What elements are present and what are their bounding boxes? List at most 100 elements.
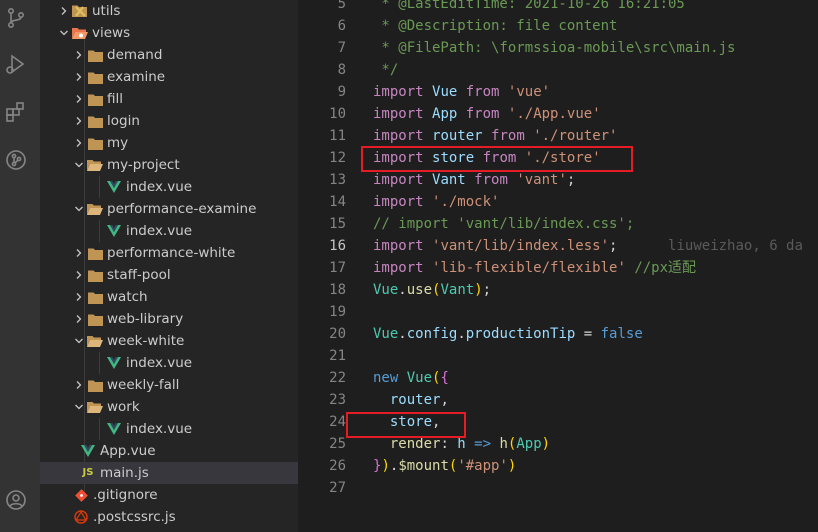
code-line[interactable]: import 'vant/lib/index.less'; liuweizhao… [373, 235, 803, 257]
tree-item-index-vue[interactable]: index.vue [40, 220, 298, 242]
git-graph-icon[interactable] [4, 148, 28, 172]
vue-file-icon [106, 421, 122, 437]
tree-item-my[interactable]: my [40, 132, 298, 154]
chevron-right-icon[interactable] [73, 44, 85, 66]
chevron-right-icon[interactable] [58, 0, 70, 22]
tree-item-views[interactable]: views [40, 22, 298, 44]
tree-item-staff-pool[interactable]: staff-pool [40, 264, 298, 286]
tree-item-performance-white[interactable]: performance-white [40, 242, 298, 264]
chevron-right-icon[interactable] [73, 88, 85, 110]
tree-item-index-vue[interactable]: index.vue [40, 176, 298, 198]
chevron-down-icon[interactable] [73, 198, 85, 220]
code-line[interactable]: Vue.use(Vant); [373, 279, 491, 301]
code-token: import [373, 172, 424, 188]
code-line[interactable]: Vue.config.productionTip = false [373, 323, 643, 345]
folder-icon [87, 311, 103, 327]
tree-item-demand[interactable]: demand [40, 44, 298, 66]
code-token: import [373, 238, 424, 254]
annotation-highlight-box [361, 146, 633, 172]
code-line[interactable]: // import 'vant/lib/index.css'; [373, 213, 634, 235]
tree-item-examine[interactable]: examine [40, 66, 298, 88]
tree-item-performance-examine[interactable]: performance-examine [40, 198, 298, 220]
tree-item-label: examine [107, 69, 166, 85]
code-token: { [440, 370, 449, 386]
folder-icon [87, 377, 103, 393]
line-number: 8 [337, 62, 346, 78]
line-number: 22 [329, 370, 346, 386]
code-line[interactable]: import router from './router' [373, 125, 617, 147]
tree-item-index-vue[interactable]: index.vue [40, 418, 298, 440]
source-control-icon[interactable] [4, 6, 28, 30]
code-token: 'lib-flexible/flexible' [432, 260, 626, 276]
code-line[interactable]: }).$mount('#app') [373, 455, 516, 477]
tree-item-label: demand [107, 47, 163, 63]
tree-item-watch[interactable]: watch [40, 286, 298, 308]
chevron-down-icon[interactable] [73, 154, 85, 176]
code-line[interactable]: * @Description: file content [373, 15, 617, 37]
code-token: h [457, 436, 466, 452]
vue-file-icon [106, 179, 122, 195]
chevron-right-icon[interactable] [73, 264, 85, 286]
folder-open-icon [87, 399, 103, 415]
folder-icon [87, 267, 103, 283]
chevron-right-icon[interactable] [73, 308, 85, 330]
code-token: ) [507, 458, 517, 474]
code-token: import [373, 194, 424, 210]
chevron-right-icon[interactable] [73, 110, 85, 132]
tree-item-fill[interactable]: fill [40, 88, 298, 110]
account-icon[interactable] [4, 488, 28, 512]
code-token: ) [474, 282, 483, 298]
run-debug-icon[interactable] [4, 52, 28, 76]
chevron-right-icon[interactable] [73, 132, 85, 154]
activity-bar [0, 0, 40, 532]
code-token: ; [566, 172, 576, 188]
extensions-icon[interactable] [4, 100, 28, 124]
chevron-right-icon[interactable] [73, 66, 85, 88]
chevron-down-icon[interactable] [73, 330, 85, 352]
code-editor[interactable]: 5 6 7 8 9 10 11 12 13 14 15 16 17 18 19 20 21 22 23 24 25 26 2… [298, 0, 818, 532]
code-token: 'vant' [516, 172, 567, 188]
folder-icon [87, 245, 103, 261]
tree-item-app-vue[interactable]: App.vue [40, 440, 298, 462]
chevron-right-icon[interactable] [73, 374, 85, 396]
tree-item-login[interactable]: login [40, 110, 298, 132]
git-file-icon [73, 487, 89, 503]
tree-item-label: index.vue [126, 179, 193, 195]
code-line[interactable]: router, [373, 389, 449, 411]
code-line[interactable]: import 'lib-flexible/flexible' //px适配 [373, 257, 696, 279]
code-line[interactable]: import Vant from 'vant'; [373, 169, 575, 191]
code-line[interactable]: * @LastEditTime: 2021-10-26 16:21:05 [373, 0, 684, 15]
tree-item-weekly-fall[interactable]: weekly-fall [40, 374, 298, 396]
code-line[interactable]: import './mock' [373, 191, 499, 213]
vue-file-icon [80, 443, 96, 459]
tree-item-label: App.vue [100, 443, 156, 459]
line-number: 23 [329, 392, 346, 408]
code-line[interactable]: new Vue({ [373, 367, 449, 389]
tree-item-postcssrc-js[interactable]: .postcssrc.js [40, 506, 298, 528]
code-line[interactable]: import Vue from 'vue' [373, 81, 550, 103]
tree-item-label: week-white [107, 333, 185, 349]
tree-item-week-white[interactable]: week-white [40, 330, 298, 352]
chevron-down-icon[interactable] [73, 396, 85, 418]
code-line[interactable]: */ [373, 59, 398, 81]
tree-item-index-vue[interactable]: index.vue [40, 352, 298, 374]
tree-item-utils[interactable]: utils [40, 0, 298, 22]
chevron-right-icon[interactable] [73, 242, 85, 264]
code-line[interactable]: * @FilePath: \formssioa-mobile\src\main.… [373, 37, 735, 59]
tree-item-main-js[interactable]: JS main.js [40, 462, 298, 484]
tree-item-gitignore[interactable]: .gitignore [40, 484, 298, 506]
tree-item-web-library[interactable]: web-library [40, 308, 298, 330]
views-folder-icon [72, 25, 88, 41]
tree-item-work[interactable]: work [40, 396, 298, 418]
chevron-right-icon[interactable] [73, 286, 85, 308]
code-line[interactable]: import App from './App.vue' [373, 103, 601, 125]
chevron-down-icon[interactable] [58, 22, 70, 44]
tree-item-my-project[interactable]: my-project [40, 154, 298, 176]
